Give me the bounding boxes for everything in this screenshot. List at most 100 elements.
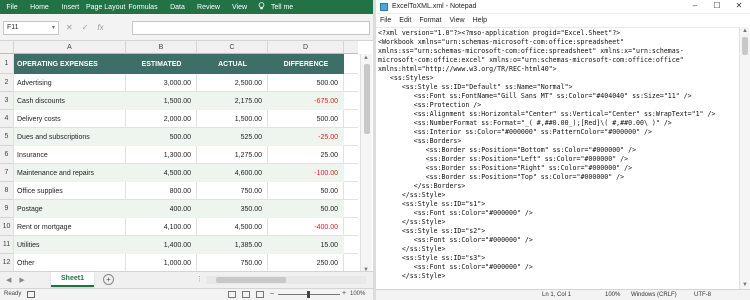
column-header-d[interactable]: D bbox=[268, 41, 344, 54]
table-cell-expense[interactable]: Delivery costs bbox=[14, 110, 126, 128]
header-cell-expense[interactable]: OPERATING EXPENSES bbox=[14, 54, 126, 74]
formula-input[interactable] bbox=[132, 21, 370, 35]
menu-help[interactable]: Help bbox=[473, 17, 487, 24]
row-header-9[interactable]: 9 bbox=[0, 200, 14, 218]
tab-home[interactable]: Home bbox=[24, 4, 55, 11]
column-header-b[interactable]: B bbox=[126, 41, 197, 54]
chevron-down-icon[interactable]: ▾ bbox=[52, 22, 55, 34]
table-cell-estimated[interactable]: 500.00 bbox=[126, 128, 197, 146]
tab-view[interactable]: View bbox=[224, 4, 255, 11]
row-header-6[interactable]: 6 bbox=[0, 146, 14, 164]
zoom-out-icon[interactable]: – bbox=[270, 290, 274, 297]
row-header-1[interactable]: 1 bbox=[0, 54, 14, 74]
table-cell-estimated[interactable]: 1,000.00 bbox=[126, 254, 197, 272]
table-cell-actual[interactable]: 2,175.00 bbox=[197, 92, 268, 110]
cancel-icon[interactable]: ✕ bbox=[66, 23, 73, 32]
select-all-corner[interactable] bbox=[0, 41, 14, 54]
menu-format[interactable]: Format bbox=[419, 17, 441, 24]
tell-me-box[interactable]: Tell me bbox=[267, 4, 311, 11]
name-box[interactable]: F11 ▾ bbox=[3, 21, 59, 35]
row-header-12[interactable]: 12 bbox=[0, 254, 14, 272]
tab-file[interactable]: File bbox=[0, 4, 24, 11]
table-cell-actual[interactable]: 750.00 bbox=[197, 254, 268, 272]
zoom-in-icon[interactable]: + bbox=[342, 290, 346, 297]
header-cell-actual[interactable]: ACTUAL bbox=[197, 54, 268, 74]
table-cell-expense[interactable]: Insurance bbox=[14, 146, 126, 164]
column-header-a[interactable]: A bbox=[14, 41, 126, 54]
table-cell-difference[interactable]: 25.00 bbox=[268, 146, 344, 164]
table-cell-difference[interactable]: 15.00 bbox=[268, 236, 344, 254]
table-cell-expense[interactable]: Rent or mortgage bbox=[14, 218, 126, 236]
tab-insert[interactable]: Insert bbox=[55, 4, 86, 11]
page-break-view-icon[interactable] bbox=[256, 291, 264, 298]
table-cell-expense[interactable]: Advertising bbox=[14, 74, 126, 92]
scroll-up-icon[interactable]: ▲ bbox=[363, 55, 369, 61]
table-cell-actual[interactable]: 2,500.00 bbox=[197, 74, 268, 92]
notepad-vertical-scrollbar[interactable]: ▲ ▼ bbox=[739, 27, 750, 289]
table-cell-expense[interactable]: Maintenance and repairs bbox=[14, 164, 126, 182]
sheet-tab-sheet1[interactable]: Sheet1 bbox=[51, 272, 94, 287]
row-header-3[interactable]: 3 bbox=[0, 92, 14, 110]
table-cell-actual[interactable]: 1,500.00 bbox=[197, 110, 268, 128]
table-cell-difference[interactable]: -675.00 bbox=[268, 92, 344, 110]
lightbulb-icon[interactable] bbox=[255, 2, 267, 12]
vertical-scrollbar[interactable]: ▲ ▼ bbox=[360, 54, 372, 274]
table-cell-actual[interactable]: 350.00 bbox=[197, 200, 268, 218]
table-cell-expense[interactable]: Dues and subscriptions bbox=[14, 128, 126, 146]
table-cell-estimated[interactable]: 800.00 bbox=[126, 182, 197, 200]
horizontal-scrollbar[interactable] bbox=[206, 276, 366, 284]
table-cell-actual[interactable]: 4,600.00 bbox=[197, 164, 268, 182]
table-cell-estimated[interactable]: 1,500.00 bbox=[126, 92, 197, 110]
confirm-icon[interactable]: ✓ bbox=[82, 23, 89, 32]
tab-data[interactable]: Data bbox=[162, 4, 193, 11]
page-layout-view-icon[interactable] bbox=[242, 291, 250, 298]
prev-sheet-icon[interactable]: ◀ bbox=[6, 276, 11, 284]
table-cell-expense[interactable]: Utilities bbox=[14, 236, 126, 254]
table-cell-actual[interactable]: 1,385.00 bbox=[197, 236, 268, 254]
tab-formulas[interactable]: Formulas bbox=[124, 4, 162, 11]
notepad-text-area[interactable]: <?xml version="1.0"?><?mso-application p… bbox=[376, 27, 739, 289]
table-cell-actual[interactable]: 1,275.00 bbox=[197, 146, 268, 164]
menu-file[interactable]: File bbox=[380, 17, 391, 24]
menu-view[interactable]: View bbox=[450, 17, 465, 24]
scroll-down-icon[interactable]: ▼ bbox=[742, 282, 748, 288]
table-cell-actual[interactable]: 4,500.00 bbox=[197, 218, 268, 236]
table-cell-difference[interactable]: -25.00 bbox=[268, 128, 344, 146]
table-cell-difference[interactable]: 50.00 bbox=[268, 182, 344, 200]
table-cell-actual[interactable]: 525.00 bbox=[197, 128, 268, 146]
table-cell-difference[interactable]: -100.00 bbox=[268, 164, 344, 182]
row-header-5[interactable]: 5 bbox=[0, 128, 14, 146]
table-cell-expense[interactable]: Office supplies bbox=[14, 182, 126, 200]
table-cell-difference[interactable]: 250.00 bbox=[268, 254, 344, 272]
table-cell-expense[interactable]: Other bbox=[14, 254, 126, 272]
row-header-8[interactable]: 8 bbox=[0, 182, 14, 200]
row-header-10[interactable]: 10 bbox=[0, 218, 14, 236]
row-header-2[interactable]: 2 bbox=[0, 74, 14, 92]
table-cell-expense[interactable]: Cash discounts bbox=[14, 92, 126, 110]
table-cell-estimated[interactable]: 400.00 bbox=[126, 200, 197, 218]
row-header-7[interactable]: 7 bbox=[0, 164, 14, 182]
table-cell-expense[interactable]: Postage bbox=[14, 200, 126, 218]
normal-view-icon[interactable] bbox=[228, 291, 236, 298]
row-header-11[interactable]: 11 bbox=[0, 236, 14, 254]
table-cell-estimated[interactable]: 1,400.00 bbox=[126, 236, 197, 254]
table-cell-actual[interactable]: 750.00 bbox=[197, 182, 268, 200]
tab-splitter-icon[interactable]: ⋮ bbox=[196, 275, 203, 283]
add-sheet-icon[interactable]: + bbox=[103, 274, 114, 285]
scroll-thumb[interactable] bbox=[742, 37, 748, 55]
zoom-level[interactable]: 100% bbox=[350, 291, 365, 297]
scroll-thumb[interactable] bbox=[364, 64, 370, 134]
accessibility-icon[interactable] bbox=[27, 291, 35, 298]
maximize-icon[interactable]: ☐ bbox=[710, 1, 724, 10]
function-icon[interactable]: fx bbox=[97, 23, 103, 32]
tab-review[interactable]: Review bbox=[193, 4, 224, 11]
header-cell-difference[interactable]: DIFFERENCE bbox=[268, 54, 344, 74]
minimize-icon[interactable]: – bbox=[688, 1, 702, 10]
table-cell-estimated[interactable]: 2,000.00 bbox=[126, 110, 197, 128]
column-header-c[interactable]: C bbox=[197, 41, 268, 54]
header-cell-estimated[interactable]: ESTIMATED bbox=[126, 54, 197, 74]
table-cell-difference[interactable]: 500.00 bbox=[268, 110, 344, 128]
close-icon[interactable]: ✕ bbox=[732, 1, 746, 10]
tab-page-layout[interactable]: Page Layout bbox=[86, 4, 125, 11]
table-cell-estimated[interactable]: 4,500.00 bbox=[126, 164, 197, 182]
